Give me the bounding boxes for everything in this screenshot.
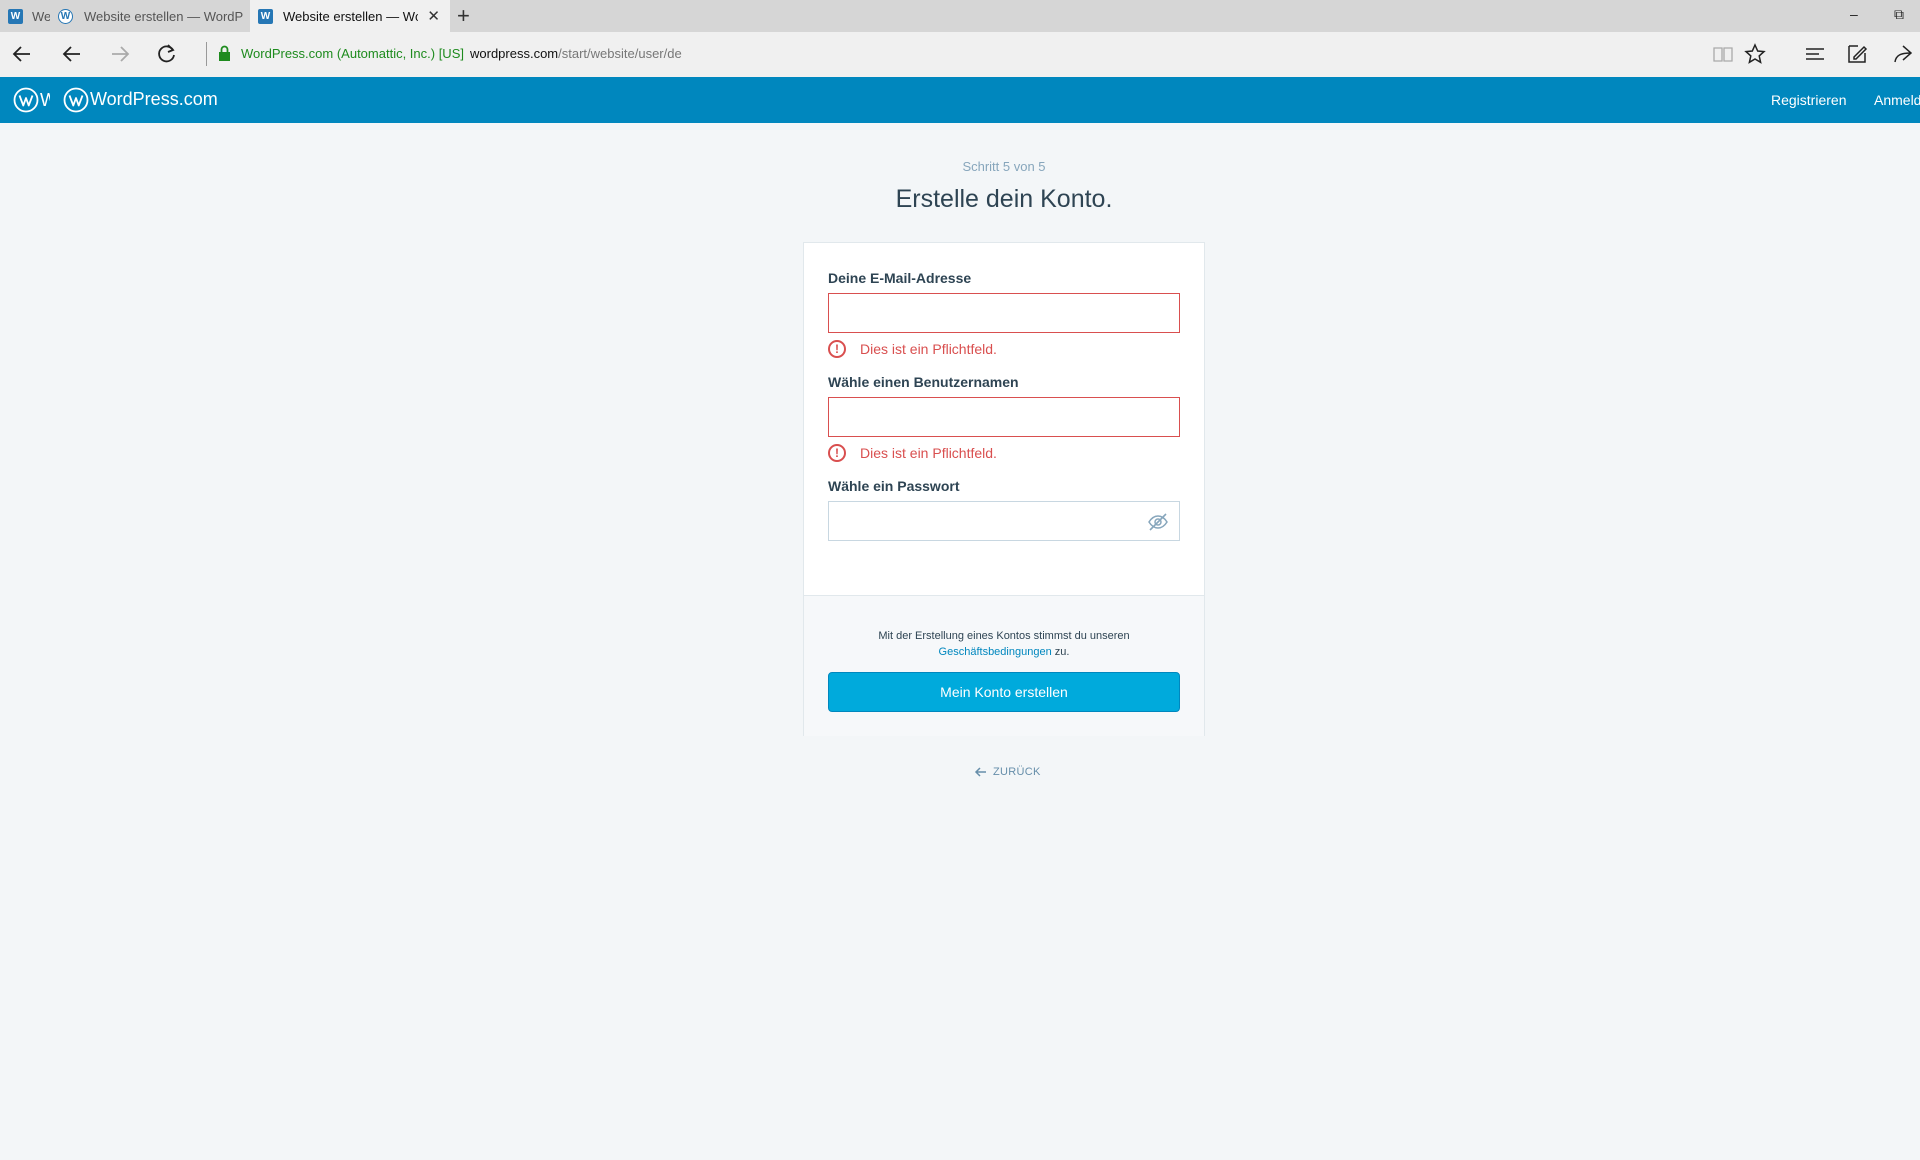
wordpress-favicon-icon: W [258,8,273,24]
signup-link[interactable]: Registrieren [1771,92,1846,108]
terms-suffix: zu. [1051,646,1070,658]
email-error: ! Dies ist ein Pflichtfeld. [828,340,997,358]
signup-form-card: Deine E-Mail-Adresse ! Dies ist ein Pfli… [803,242,1205,736]
share-icon[interactable] [1892,43,1914,65]
login-link[interactable]: Anmeldung [1874,92,1920,108]
page-title: Erstelle dein Konto. [895,185,1113,213]
address-separator [206,42,207,66]
favorite-star-icon[interactable] [1744,43,1766,65]
eye-hidden-icon[interactable] [1147,511,1169,533]
restore-button[interactable]: ⧉ [1894,6,1904,23]
minimize-button[interactable]: – [1850,6,1858,22]
terms-prefix: Mit der Erstellung eines Kontos stimmst … [878,630,1130,642]
lock-icon[interactable] [218,45,231,61]
terms-link[interactable]: Geschäftsbedingungen [939,646,1052,658]
username-field[interactable] [828,397,1180,437]
close-tab-icon[interactable]: ✕ [427,7,440,25]
password-field[interactable] [828,501,1180,541]
step-indicator: Schritt 5 von 5 [962,159,1046,174]
hub-menu-icon[interactable] [1804,43,1826,65]
new-tab-button[interactable]: + [457,4,470,28]
browser-tab[interactable]: W Website erstellen — WordP [50,0,250,32]
username-error: ! Dies ist ein Pflichtfeld. [828,444,997,462]
browser-toolbar: WordPress.com (Automattic, Inc.) [US] wo… [0,32,1920,78]
username-error-text: Dies ist ein Pflichtfeld. [860,445,997,461]
address-field[interactable]: wordpress.com/start/website/user/de [470,46,682,61]
browser-tab[interactable]: W We [0,0,50,32]
back-label: ZURÜCK [993,766,1041,778]
signup-form-footer: Mit der Erstellung eines Kontos stimmst … [804,595,1204,736]
back-arrow-icon[interactable] [10,42,34,66]
username-label: Wähle einen Benutzernamen [828,374,1019,390]
signup-form-fields: Deine E-Mail-Adresse ! Dies ist ein Pfli… [804,243,1204,595]
back-link[interactable]: ZURÜCK [974,765,1041,779]
wordpress-favicon-icon: W [58,8,73,24]
wordpress-brand-icon[interactable] [63,87,89,113]
email-field[interactable] [828,293,1180,333]
wordpress-masterbar: W WordPress.com Registrieren Anmeldung [0,77,1920,123]
browser-tab-active[interactable]: W Website erstellen — Wc ✕ [250,0,450,32]
email-label: Deine E-Mail-Adresse [828,270,972,286]
web-note-icon[interactable] [1846,43,1868,65]
arrow-left-icon [974,767,986,777]
back-button-icon[interactable] [60,42,84,66]
password-label: Wähle ein Passwort [828,478,960,494]
browser-tab-strip: W We W Website erstellen — WordP W Websi… [0,0,1920,32]
create-account-button[interactable]: Mein Konto erstellen [828,672,1180,712]
masterbar-brand[interactable]: WordPress.com [90,89,218,110]
url-path: /start/website/user/de [558,46,682,61]
reading-view-icon[interactable] [1712,43,1734,65]
certificate-label[interactable]: WordPress.com (Automattic, Inc.) [US] [241,46,464,61]
url-host: wordpress.com [470,46,559,61]
forward-button-icon[interactable] [108,42,132,66]
masterbar-home-label[interactable]: W [40,90,50,111]
error-icon: ! [828,340,846,358]
tab-title: We [32,8,50,24]
error-icon: ! [828,444,846,462]
wordpress-logo-icon[interactable] [13,87,39,113]
tab-title: Website erstellen — Wc [283,8,418,24]
refresh-icon[interactable] [155,42,179,66]
wordpress-favicon-icon: W [8,8,23,24]
email-error-text: Dies ist ein Pflichtfeld. [860,341,997,357]
terms-notice: Mit der Erstellung eines Kontos stimmst … [804,628,1204,660]
tab-title: Website erstellen — WordP [84,8,244,24]
